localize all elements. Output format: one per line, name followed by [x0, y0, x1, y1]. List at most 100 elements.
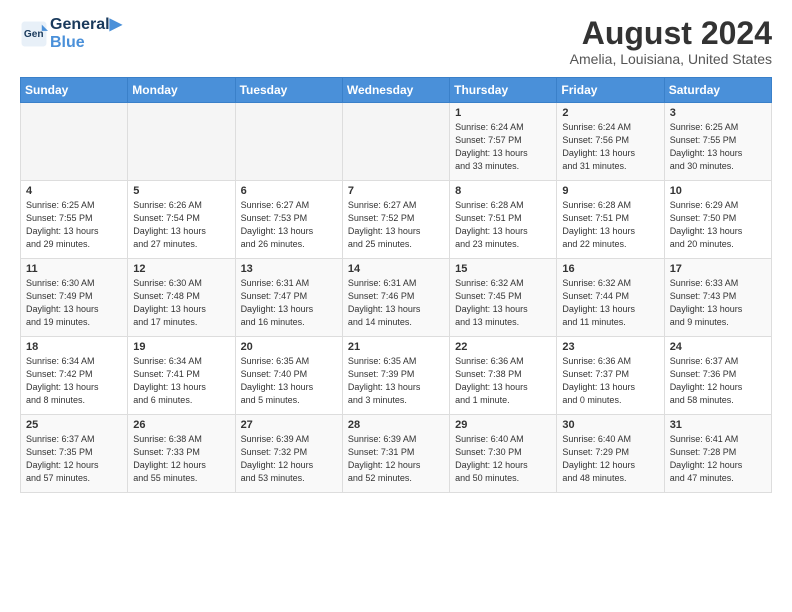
page: Gen General▶ Blue August 2024 Amelia, Lo… [0, 0, 792, 612]
header: Gen General▶ Blue August 2024 Amelia, Lo… [20, 16, 772, 67]
day-number: 18 [26, 341, 122, 353]
day-info: Sunrise: 6:35 AM Sunset: 7:40 PM Dayligh… [241, 355, 337, 407]
day-number: 14 [348, 263, 444, 275]
logo: Gen General▶ Blue [20, 16, 122, 51]
day-number: 10 [670, 185, 766, 197]
day-info: Sunrise: 6:25 AM Sunset: 7:55 PM Dayligh… [26, 199, 122, 251]
day-number: 19 [133, 341, 229, 353]
week-row-5: 25 Sunrise: 6:37 AM Sunset: 7:35 PM Dayli… [21, 415, 772, 493]
day-number: 1 [455, 107, 551, 119]
day-number: 7 [348, 185, 444, 197]
day-info: Sunrise: 6:37 AM Sunset: 7:35 PM Dayligh… [26, 433, 122, 485]
location: Amelia, Louisiana, United States [570, 51, 772, 67]
day-cell: 2 Sunrise: 6:24 AM Sunset: 7:56 PM Daylig… [557, 103, 664, 181]
day-info: Sunrise: 6:24 AM Sunset: 7:57 PM Dayligh… [455, 121, 551, 173]
day-number: 21 [348, 341, 444, 353]
day-cell: 31 Sunrise: 6:41 AM Sunset: 7:28 PM Dayli… [664, 415, 771, 493]
week-row-4: 18 Sunrise: 6:34 AM Sunset: 7:42 PM Dayli… [21, 337, 772, 415]
day-cell: 24 Sunrise: 6:37 AM Sunset: 7:36 PM Dayli… [664, 337, 771, 415]
week-row-3: 11 Sunrise: 6:30 AM Sunset: 7:49 PM Dayli… [21, 259, 772, 337]
day-number: 16 [562, 263, 658, 275]
day-cell: 1 Sunrise: 6:24 AM Sunset: 7:57 PM Daylig… [450, 103, 557, 181]
day-info: Sunrise: 6:34 AM Sunset: 7:41 PM Dayligh… [133, 355, 229, 407]
day-info: Sunrise: 6:28 AM Sunset: 7:51 PM Dayligh… [455, 199, 551, 251]
day-info: Sunrise: 6:36 AM Sunset: 7:38 PM Dayligh… [455, 355, 551, 407]
day-number: 9 [562, 185, 658, 197]
day-cell: 30 Sunrise: 6:40 AM Sunset: 7:29 PM Dayli… [557, 415, 664, 493]
day-number: 31 [670, 419, 766, 431]
day-cell: 23 Sunrise: 6:36 AM Sunset: 7:37 PM Dayli… [557, 337, 664, 415]
day-number: 2 [562, 107, 658, 119]
weekday-header-monday: Monday [128, 78, 235, 103]
day-info: Sunrise: 6:41 AM Sunset: 7:28 PM Dayligh… [670, 433, 766, 485]
day-info: Sunrise: 6:34 AM Sunset: 7:42 PM Dayligh… [26, 355, 122, 407]
day-info: Sunrise: 6:27 AM Sunset: 7:53 PM Dayligh… [241, 199, 337, 251]
week-row-2: 4 Sunrise: 6:25 AM Sunset: 7:55 PM Daylig… [21, 181, 772, 259]
day-cell: 20 Sunrise: 6:35 AM Sunset: 7:40 PM Dayli… [235, 337, 342, 415]
day-info: Sunrise: 6:30 AM Sunset: 7:48 PM Dayligh… [133, 277, 229, 329]
day-cell [235, 103, 342, 181]
day-number: 25 [26, 419, 122, 431]
month-title: August 2024 [570, 16, 772, 51]
svg-text:Gen: Gen [24, 29, 44, 40]
calendar: SundayMondayTuesdayWednesdayThursdayFrid… [20, 77, 772, 493]
day-info: Sunrise: 6:29 AM Sunset: 7:50 PM Dayligh… [670, 199, 766, 251]
day-info: Sunrise: 6:32 AM Sunset: 7:44 PM Dayligh… [562, 277, 658, 329]
day-info: Sunrise: 6:39 AM Sunset: 7:32 PM Dayligh… [241, 433, 337, 485]
title-block: August 2024 Amelia, Louisiana, United St… [570, 16, 772, 67]
logo-icon: Gen [20, 20, 48, 48]
weekday-header-row: SundayMondayTuesdayWednesdayThursdayFrid… [21, 78, 772, 103]
day-cell: 29Sunrise: 6:40 AM Sunset: 7:30 PM Dayli… [450, 415, 557, 493]
logo-text: General▶ Blue [50, 16, 122, 51]
day-info: Sunrise: 6:31 AM Sunset: 7:47 PM Dayligh… [241, 277, 337, 329]
day-info: Sunrise: 6:38 AM Sunset: 7:33 PM Dayligh… [133, 433, 229, 485]
day-info: Sunrise: 6:32 AM Sunset: 7:45 PM Dayligh… [455, 277, 551, 329]
day-info: Sunrise: 6:30 AM Sunset: 7:49 PM Dayligh… [26, 277, 122, 329]
day-info: Sunrise: 6:28 AM Sunset: 7:51 PM Dayligh… [562, 199, 658, 251]
weekday-header-wednesday: Wednesday [342, 78, 449, 103]
day-number: 3 [670, 107, 766, 119]
day-cell: 3 Sunrise: 6:25 AM Sunset: 7:55 PM Daylig… [664, 103, 771, 181]
day-number: 20 [241, 341, 337, 353]
day-cell: 19 Sunrise: 6:34 AM Sunset: 7:41 PM Dayli… [128, 337, 235, 415]
day-number: 11 [26, 263, 122, 275]
day-number: 13 [241, 263, 337, 275]
day-info: Sunrise: 6:40 AM Sunset: 7:29 PM Dayligh… [562, 433, 658, 485]
day-number: 6 [241, 185, 337, 197]
day-cell: 28 Sunrise: 6:39 AM Sunset: 7:31 PM Dayli… [342, 415, 449, 493]
day-info: Sunrise: 6:31 AM Sunset: 7:46 PM Dayligh… [348, 277, 444, 329]
day-info: Sunrise: 6:25 AM Sunset: 7:55 PM Dayligh… [670, 121, 766, 173]
day-info: Sunrise: 6:37 AM Sunset: 7:36 PM Dayligh… [670, 355, 766, 407]
day-number: 22 [455, 341, 551, 353]
day-cell: 6 Sunrise: 6:27 AM Sunset: 7:53 PM Daylig… [235, 181, 342, 259]
day-number: 17 [670, 263, 766, 275]
day-number: 24 [670, 341, 766, 353]
day-cell: 7Sunrise: 6:27 AM Sunset: 7:52 PM Daylig… [342, 181, 449, 259]
day-cell [21, 103, 128, 181]
day-number: 12 [133, 263, 229, 275]
day-cell: 25 Sunrise: 6:37 AM Sunset: 7:35 PM Dayli… [21, 415, 128, 493]
day-cell: 18 Sunrise: 6:34 AM Sunset: 7:42 PM Dayli… [21, 337, 128, 415]
day-cell: 13 Sunrise: 6:31 AM Sunset: 7:47 PM Dayli… [235, 259, 342, 337]
day-cell [128, 103, 235, 181]
day-number: 29 [455, 419, 551, 431]
day-number: 28 [348, 419, 444, 431]
weekday-header-tuesday: Tuesday [235, 78, 342, 103]
weekday-header-thursday: Thursday [450, 78, 557, 103]
day-cell: 10 Sunrise: 6:29 AM Sunset: 7:50 PM Dayli… [664, 181, 771, 259]
day-cell: 26Sunrise: 6:38 AM Sunset: 7:33 PM Dayli… [128, 415, 235, 493]
weekday-header-saturday: Saturday [664, 78, 771, 103]
day-number: 23 [562, 341, 658, 353]
day-info: Sunrise: 6:24 AM Sunset: 7:56 PM Dayligh… [562, 121, 658, 173]
day-number: 4 [26, 185, 122, 197]
day-number: 30 [562, 419, 658, 431]
weekday-header-friday: Friday [557, 78, 664, 103]
week-row-1: 1 Sunrise: 6:24 AM Sunset: 7:57 PM Daylig… [21, 103, 772, 181]
day-info: Sunrise: 6:36 AM Sunset: 7:37 PM Dayligh… [562, 355, 658, 407]
day-info: Sunrise: 6:26 AM Sunset: 7:54 PM Dayligh… [133, 199, 229, 251]
day-info: Sunrise: 6:33 AM Sunset: 7:43 PM Dayligh… [670, 277, 766, 329]
day-number: 15 [455, 263, 551, 275]
day-info: Sunrise: 6:39 AM Sunset: 7:31 PM Dayligh… [348, 433, 444, 485]
day-number: 5 [133, 185, 229, 197]
day-cell: 22 Sunrise: 6:36 AM Sunset: 7:38 PM Dayli… [450, 337, 557, 415]
